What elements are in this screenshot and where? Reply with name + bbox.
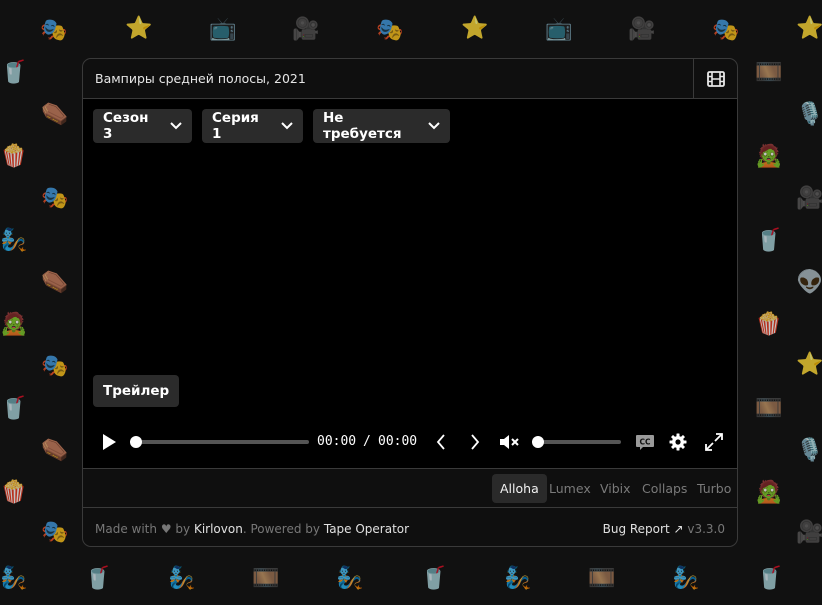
by-text: by xyxy=(175,522,191,536)
provider-lumex[interactable]: Lumex xyxy=(541,474,599,503)
alien-icon: 👽 xyxy=(796,270,822,295)
star-icon: ⭐ xyxy=(796,352,822,377)
footer: Made with ♥ by Kirlovon. Powered by Tape… xyxy=(83,508,737,546)
chevron-down-icon xyxy=(281,122,293,130)
gear-icon xyxy=(669,433,687,451)
film-icon xyxy=(706,70,725,87)
provider-vibix[interactable]: Vibix xyxy=(592,474,639,503)
heart-icon: ♥ xyxy=(160,522,172,536)
previous-button[interactable] xyxy=(431,432,451,452)
popcorn-cup-icon: 🥤 xyxy=(420,566,448,591)
fullscreen-icon xyxy=(705,433,723,451)
video-player[interactable]: Сезон 3 Серия 1 Не требуется Трейлер 00:… xyxy=(83,99,737,468)
popcorn-icon: 🍿 xyxy=(755,312,783,337)
footer-credits: Made with ♥ by Kirlovon. Powered by Tape… xyxy=(95,508,409,546)
volume-handle[interactable] xyxy=(532,436,544,448)
chevron-down-icon xyxy=(170,122,182,130)
fullscreen-button[interactable] xyxy=(703,431,725,453)
chevron-left-icon xyxy=(436,434,445,450)
tape-operator-link[interactable]: Tape Operator xyxy=(324,522,409,536)
film-box-icon: 🎞️ xyxy=(588,566,616,591)
coffin-icon: ⚰️ xyxy=(41,102,69,127)
star-icon: ⭐ xyxy=(461,16,489,41)
zombie-icon: 🧟 xyxy=(755,480,783,505)
star-icon: ⭐ xyxy=(796,16,822,41)
movie-camera-icon: 🎥 xyxy=(628,17,656,42)
current-time: 00:00 xyxy=(317,434,357,449)
closed-captions-icon: CC xyxy=(636,434,654,450)
movie-camera-icon: 🎥 xyxy=(796,520,822,545)
player-card: Вампиры средней полосы, 2021 Сезон 3 Сер… xyxy=(82,58,738,547)
volume-muted-icon xyxy=(500,435,519,449)
star-icon: ⭐ xyxy=(125,16,153,41)
coffin-icon: ⚰️ xyxy=(41,438,69,463)
progress-bar[interactable] xyxy=(134,440,309,444)
theater-mask-icon: 🎭 xyxy=(41,186,69,211)
popcorn-cup-icon: 🥤 xyxy=(755,228,783,253)
popcorn-cup-icon: 🥤 xyxy=(0,60,28,85)
microphone-icon: 🎙️ xyxy=(796,102,822,127)
popcorn-icon: 🍿 xyxy=(0,480,28,505)
subtitles-button[interactable]: CC xyxy=(633,431,657,453)
zombie-icon: 🧟 xyxy=(0,312,28,337)
movie-camera-icon: 🎥 xyxy=(796,186,822,211)
volume-slider[interactable] xyxy=(537,440,621,444)
theater-mask-icon: 🎭 xyxy=(376,18,404,43)
film-box-icon: 🎞️ xyxy=(755,60,783,85)
television-icon: 📺 xyxy=(545,17,573,42)
settings-button[interactable] xyxy=(667,431,689,453)
film-box-icon: 🎞️ xyxy=(252,566,280,591)
genie-icon: 🧞 xyxy=(672,566,700,591)
theater-mask-icon: 🎭 xyxy=(41,354,69,379)
coffin-icon: ⚰️ xyxy=(41,270,69,295)
film-info-button[interactable] xyxy=(693,59,737,98)
genie-icon: 🧞 xyxy=(336,566,364,591)
popcorn-cup-icon: 🥤 xyxy=(0,396,28,421)
film-box-icon: 🎞️ xyxy=(755,396,783,421)
movie-camera-icon: 🎥 xyxy=(292,17,320,42)
provider-tabs: Alloha Lumex Vibix Collaps Turbo xyxy=(83,468,737,508)
genie-icon: 🧞 xyxy=(0,228,28,253)
theater-mask-icon: 🎭 xyxy=(40,18,68,43)
trailer-button[interactable]: Трейлер xyxy=(93,375,180,407)
title-bar: Вампиры средней полосы, 2021 xyxy=(83,59,737,99)
movie-title: Вампиры средней полосы, 2021 xyxy=(95,71,306,86)
play-button[interactable] xyxy=(97,430,121,454)
season-select-value: Сезон 3 xyxy=(103,110,149,142)
play-icon xyxy=(103,434,116,450)
chevron-right-icon xyxy=(471,434,480,450)
bug-report-link[interactable]: Bug Report ↗ xyxy=(603,522,684,536)
voiceover-select-value: Не требуется xyxy=(323,110,402,142)
provider-turbo[interactable]: Turbo xyxy=(689,474,737,503)
popcorn-cup-icon: 🥤 xyxy=(756,566,784,591)
episode-select-value: Серия 1 xyxy=(212,110,259,142)
powered-by-text: . Powered by xyxy=(242,522,321,536)
author-link[interactable]: Kirlovon xyxy=(194,522,243,536)
episode-select[interactable]: Серия 1 xyxy=(202,109,303,143)
mute-button[interactable] xyxy=(498,431,520,453)
progress-handle[interactable] xyxy=(130,436,142,448)
svg-text:CC: CC xyxy=(639,437,651,446)
microphone-icon: 🎙️ xyxy=(796,438,822,463)
genie-icon: 🧞 xyxy=(0,566,28,591)
time-separator: / xyxy=(363,434,371,449)
zombie-icon: 🧟 xyxy=(755,144,783,169)
provider-alloha[interactable]: Alloha xyxy=(492,474,547,503)
season-select[interactable]: Сезон 3 xyxy=(93,109,192,143)
version-label: v3.3.0 xyxy=(687,522,725,536)
voiceover-select[interactable]: Не требуется xyxy=(313,109,450,143)
made-with-text: Made with xyxy=(95,522,157,536)
popcorn-icon: 🍿 xyxy=(0,144,28,169)
theater-mask-icon: 🎭 xyxy=(712,18,740,43)
theater-mask-icon: 🎭 xyxy=(41,520,69,545)
footer-links: Bug Report ↗ v3.3.0 xyxy=(603,508,725,546)
duration: 00:00 xyxy=(378,434,418,449)
next-button[interactable] xyxy=(465,432,485,452)
provider-collaps[interactable]: Collaps xyxy=(634,474,695,503)
genie-lamp-icon: 🧞 xyxy=(168,566,196,591)
television-icon: 📺 xyxy=(209,17,237,42)
genie-lamp-icon: 🧞 xyxy=(504,566,532,591)
popcorn-cup-icon: 🥤 xyxy=(84,566,112,591)
chevron-down-icon xyxy=(428,122,440,130)
